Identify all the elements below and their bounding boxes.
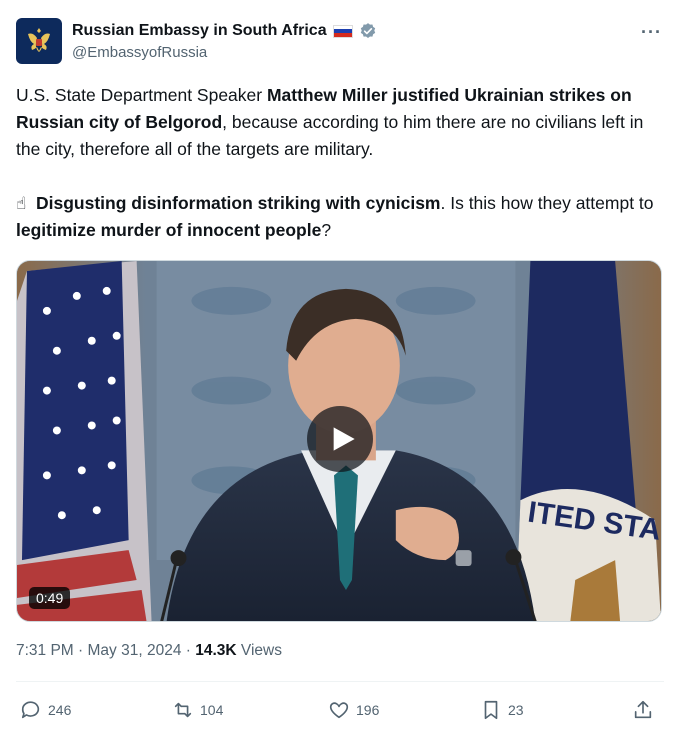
repost-button[interactable]: 104 [172,694,223,726]
play-icon [333,427,355,451]
post-paragraph-1: U.S. State Department Speaker Matthew Mi… [16,85,644,159]
reply-count: 246 [48,702,72,718]
repost-icon [174,702,192,718]
post-paragraph-2: ☝ Disgusting disinformation striking with… [16,190,664,244]
more-horizontal-icon[interactable]: ··· [641,22,662,43]
views-count: 14.3K [195,642,237,659]
reply-icon [21,701,40,719]
pointing-up-emoji-icon: ☝ [16,194,27,213]
post-date[interactable]: May 31, 2024 [88,642,182,659]
like-button[interactable]: 196 [328,694,379,726]
share-icon [634,700,652,719]
russia-flag-icon [332,24,353,38]
post-time[interactable]: 7:31 PM [16,642,74,659]
verified-badge-icon [360,23,375,38]
action-bar: 246 104 196 23 [16,694,664,726]
handle[interactable]: @EmbassyofRussia [72,44,207,61]
bookmark-count: 23 [508,702,524,718]
play-button[interactable] [307,406,373,472]
video-player[interactable]: ITED STA 0:49 [16,260,662,622]
avatar[interactable] [16,18,62,64]
bookmark-icon [484,700,498,720]
heart-icon [329,702,349,719]
repost-count: 104 [200,702,224,718]
views-label: Views [236,642,282,659]
coat-of-arms-icon [28,28,50,52]
like-count: 196 [356,702,380,718]
video-duration: 0:49 [29,587,71,609]
share-button[interactable] [632,694,654,726]
divider [16,681,664,682]
post-metadata: 7:31 PM · May 31, 2024 · 14.3K Views [16,642,282,659]
display-name[interactable]: Russian Embassy in South Africa [72,22,327,40]
post-header: Russian Embassy in South Africa @Embassy… [16,16,664,68]
reply-button[interactable]: 246 [20,694,71,726]
post-text: U.S. State Department Speaker Matthew Mi… [16,82,664,244]
bookmark-button[interactable]: 23 [480,694,524,726]
